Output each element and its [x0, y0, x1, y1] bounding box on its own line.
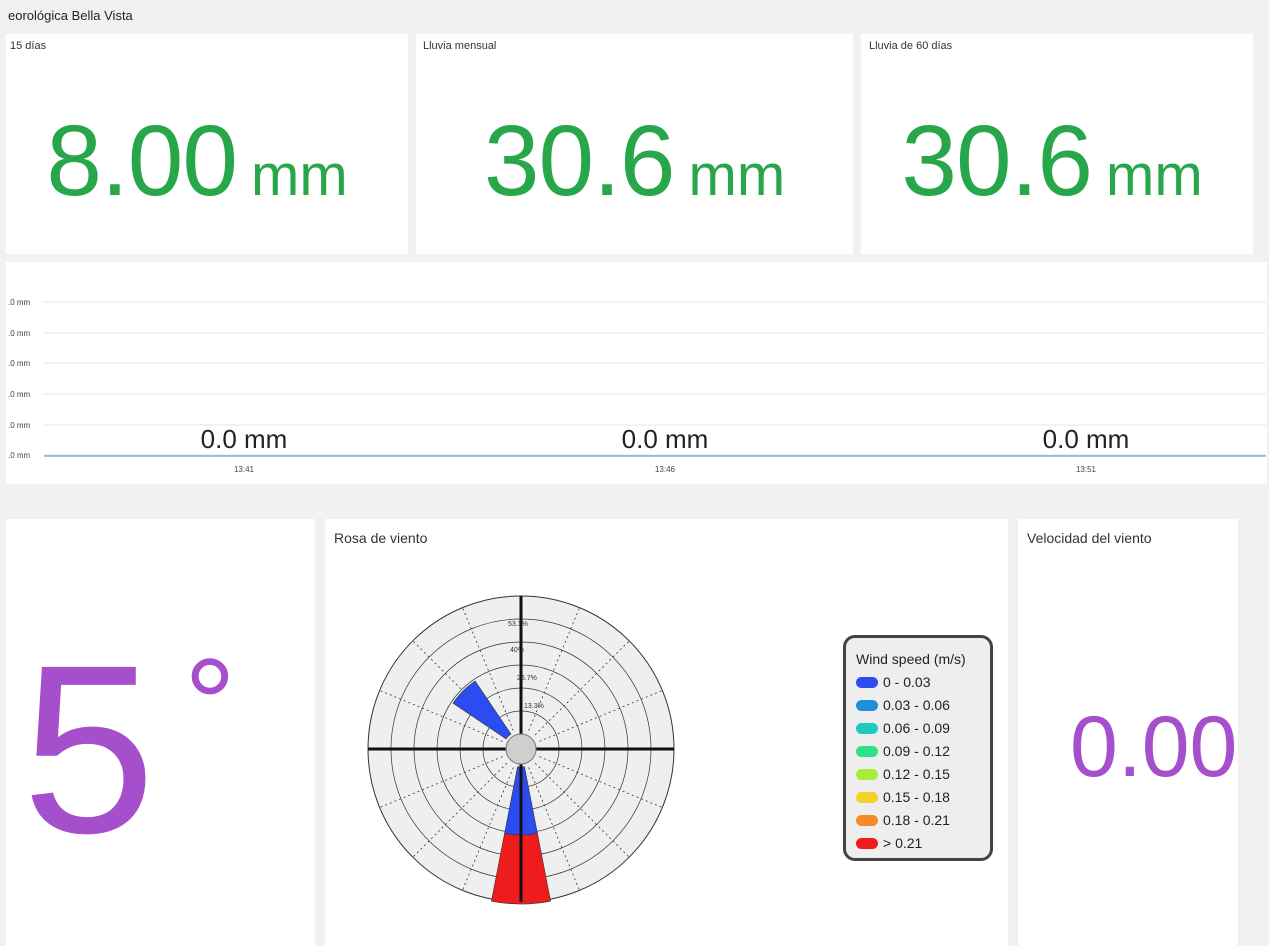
- legend-label: 0.18 - 0.21: [883, 812, 950, 828]
- legend-item: 0.12 - 0.15: [856, 764, 950, 784]
- legend-item: 0.18 - 0.21: [856, 810, 950, 830]
- legend-item: 0.06 - 0.09: [856, 718, 950, 738]
- stat-unit: mm: [688, 143, 786, 208]
- legend-label: 0.12 - 0.15: [883, 766, 950, 782]
- legend-swatch: [856, 699, 878, 711]
- legend-label: 0.03 - 0.06: [883, 697, 950, 713]
- legend-label: 0.06 - 0.09: [883, 720, 950, 736]
- legend-swatch: [856, 676, 878, 688]
- wind-speed-value: 0.00: [1070, 699, 1238, 795]
- panel-title: 15 días: [10, 40, 47, 52]
- wind-direction-panel: 5 °: [6, 519, 315, 946]
- legend-swatch: [856, 837, 878, 849]
- legend-swatch: [856, 791, 878, 803]
- legend-item: 0.09 - 0.12: [856, 741, 950, 761]
- panel-title: Velocidad del viento: [1027, 530, 1152, 546]
- legend-swatch: [856, 722, 878, 734]
- legend-label: > 0.21: [883, 835, 923, 851]
- dashboard-title: eorológica Bella Vista: [8, 8, 133, 23]
- stat-number: 30.6: [483, 105, 676, 217]
- stat-panel-15-days: 15 días 8.00 mm: [6, 34, 408, 254]
- degree-symbol: °: [183, 631, 236, 777]
- stat-number: 30.6: [901, 105, 1093, 217]
- wind-direction-value: 5 °: [22, 629, 236, 869]
- stat-panel-60-day-rain: Lluvia de 60 días 30.6 mm: [861, 34, 1253, 254]
- rain-value-label: 0.0 mm: [621, 424, 709, 454]
- legend-title: Wind speed (m/s): [856, 651, 966, 667]
- stat-number: 8.00: [46, 105, 238, 217]
- wind-speed-legend: Wind speed (m/s) 0 - 0.03 0.03 - 0.06 0.06…: [843, 635, 993, 861]
- panel-title: Lluvia mensual: [423, 40, 497, 52]
- wind-direction-number: 5: [22, 615, 156, 883]
- legend-item: 0 - 0.03: [856, 672, 930, 692]
- panel-title: Lluvia de 60 días: [869, 40, 953, 52]
- legend-item: 0.15 - 0.18: [856, 787, 950, 807]
- legend-item: > 0.21: [856, 833, 922, 853]
- rain-value-label: 0.0 mm: [1042, 424, 1130, 454]
- legend-label: 0 - 0.03: [883, 674, 931, 690]
- legend-label: 0.09 - 0.12: [883, 743, 950, 759]
- legend-swatch: [856, 768, 878, 780]
- stat-value: 30.6 mm: [861, 104, 1253, 219]
- legend-swatch: [856, 745, 878, 757]
- stat-unit: mm: [251, 143, 348, 208]
- stat-panel-monthly-rain: Lluvia mensual 30.6 mm: [416, 34, 853, 254]
- wind-speed-panel: Velocidad del viento 0.00: [1018, 519, 1238, 946]
- legend-swatch: [856, 814, 878, 826]
- legend-item: 0.03 - 0.06: [856, 695, 950, 715]
- panel-title: Rosa de viento: [334, 530, 428, 546]
- rain-value-label: 0.0 mm: [200, 424, 288, 454]
- legend-label: 0.15 - 0.18: [883, 789, 950, 805]
- stat-value: 30.6 mm: [416, 104, 853, 219]
- stat-unit: mm: [1106, 143, 1203, 208]
- stat-value: 8.00 mm: [6, 104, 408, 219]
